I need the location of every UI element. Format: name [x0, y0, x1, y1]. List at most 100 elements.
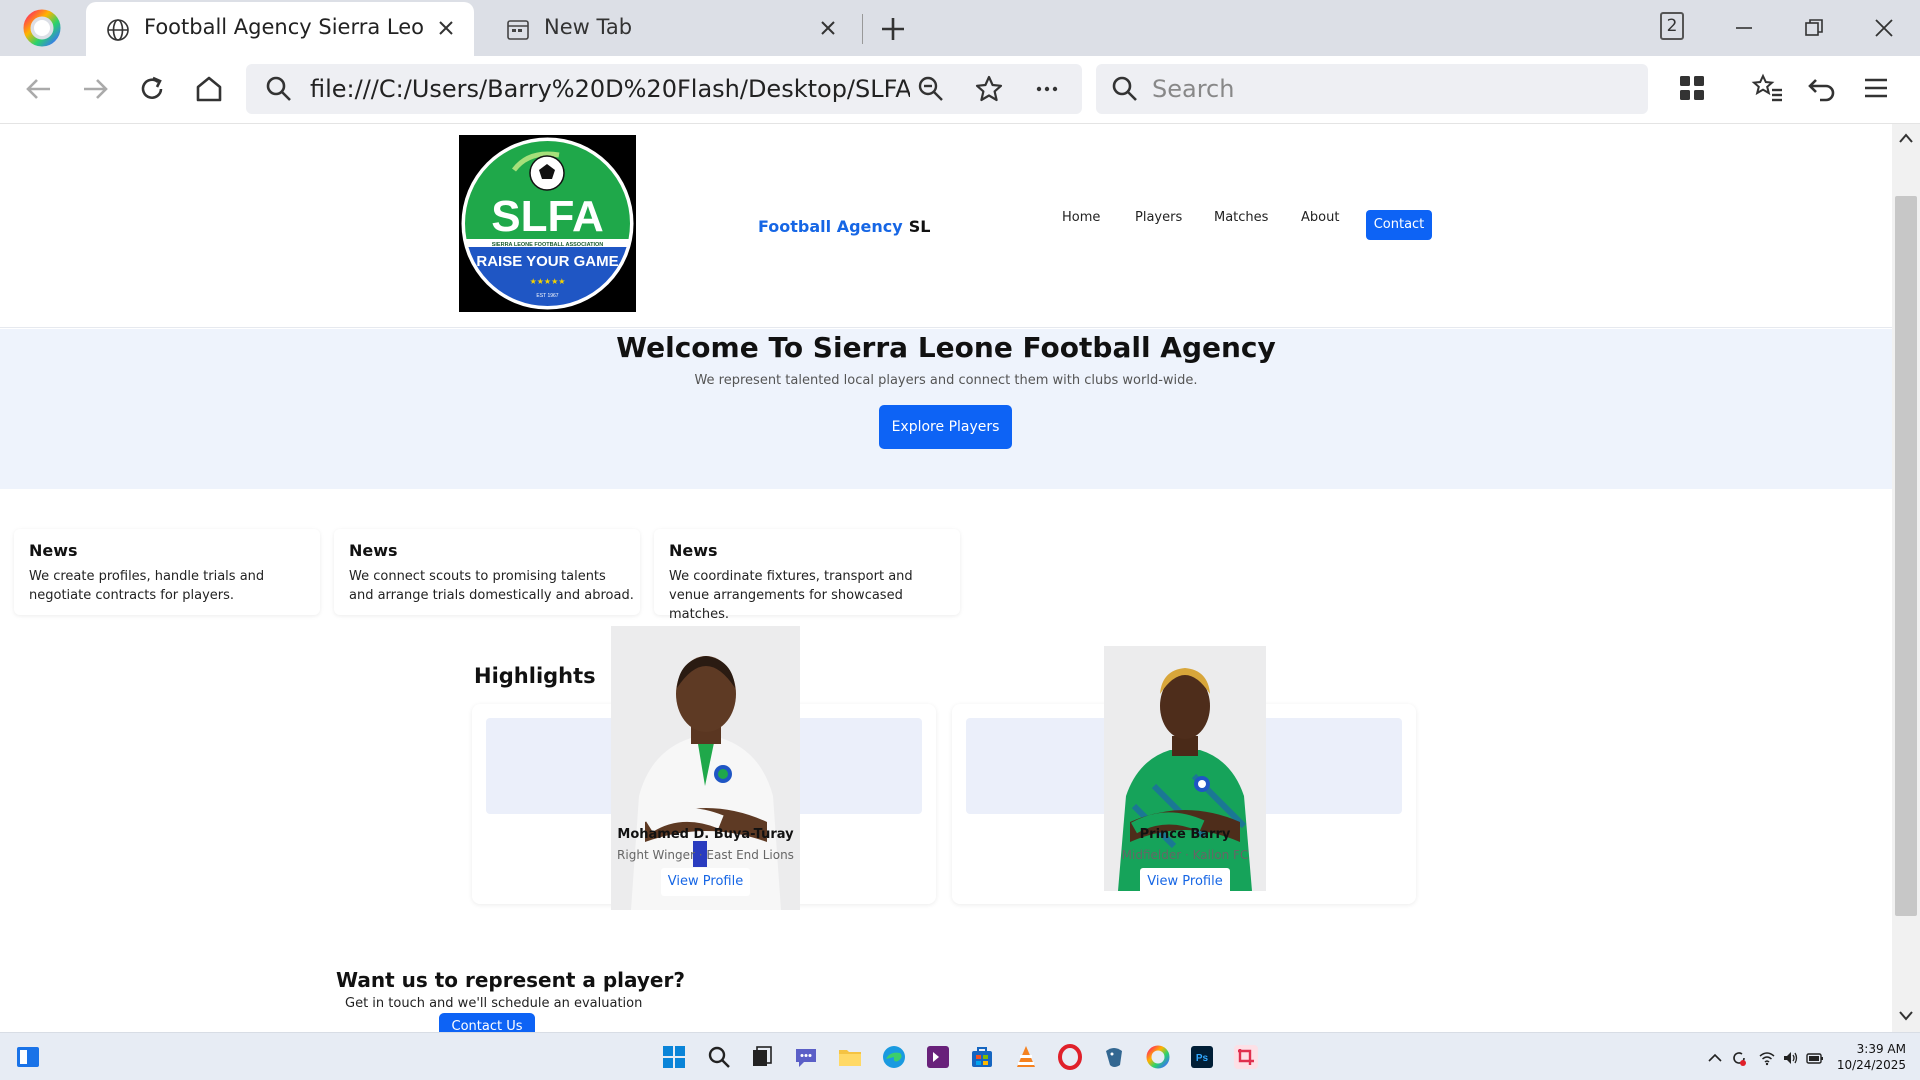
- nav-home[interactable]: Home: [1062, 210, 1100, 225]
- site-header: SLFA SIERRA LEONE FOOTBALL ASSOCIATION R…: [0, 124, 1892, 328]
- battery-icon[interactable]: [1806, 1049, 1824, 1067]
- tray-chevron-up-icon[interactable]: [1706, 1049, 1724, 1067]
- player-name: Mohamed D. Buya-Turay: [617, 827, 794, 842]
- opera-icon[interactable]: [1056, 1043, 1084, 1071]
- nav-matches[interactable]: Matches: [1214, 210, 1268, 225]
- logo-association-text: SIERRA LEONE FOOTBALL ASSOCIATION: [492, 242, 604, 248]
- search-box[interactable]: Search: [1096, 64, 1648, 114]
- contact-us-button[interactable]: Contact Us: [439, 1013, 535, 1032]
- browser-tabbar: Football Agency Sierra Leone New Tab 2: [0, 0, 1920, 56]
- tab-football-agency[interactable]: Football Agency Sierra Leone: [86, 2, 474, 56]
- url-text[interactable]: file:///C:/Users/Barry%20D%20Flash/Deskt…: [310, 75, 910, 103]
- visual-studio-icon[interactable]: [924, 1043, 952, 1071]
- new-tab-page-icon: [507, 20, 529, 40]
- task-view-icon[interactable]: [748, 1043, 776, 1071]
- zoom-out-icon[interactable]: [916, 74, 946, 104]
- news-text: We coordinate fixtures, transport and ve…: [669, 569, 913, 622]
- news-text: We connect scouts to promising talents a…: [349, 569, 634, 603]
- player-role: Midfielder · Kallon FC: [1121, 848, 1249, 862]
- page-viewport: SLFA SIERRA LEONE FOOTBALL ASSOCIATION R…: [0, 124, 1892, 1032]
- hero-subtitle: We represent talented local players and …: [694, 373, 1198, 388]
- snipping-tool-icon[interactable]: [1232, 1043, 1260, 1071]
- hero-section: Welcome To Sierra Leone Football Agency …: [0, 329, 1892, 489]
- news-text: We create profiles, handle trials and ne…: [29, 569, 265, 603]
- scroll-up-arrow-icon[interactable]: [1898, 132, 1914, 144]
- widgets-icon[interactable]: [14, 1043, 42, 1071]
- scroll-down-arrow-icon[interactable]: [1898, 1010, 1914, 1022]
- chat-app-icon[interactable]: [792, 1043, 820, 1071]
- browser-toolbar: file:///C:/Users/Barry%20D%20Flash/Deskt…: [0, 56, 1920, 124]
- brand-name[interactable]: Football Agency SL: [758, 217, 930, 236]
- nav-contact-button[interactable]: Contact: [1366, 210, 1432, 240]
- news-title: News: [349, 541, 398, 560]
- edge-browser-icon[interactable]: [880, 1043, 908, 1071]
- volume-icon[interactable]: [1782, 1049, 1800, 1067]
- tab-title: Football Agency Sierra Leone: [144, 15, 424, 39]
- tab-new-tab[interactable]: New Tab: [486, 2, 856, 56]
- news-card: News We connect scouts to promising tale…: [334, 529, 640, 615]
- page-scrollbar[interactable]: [1892, 124, 1920, 1032]
- vlc-icon[interactable]: [1012, 1043, 1040, 1071]
- tab-count-badge[interactable]: 2: [1660, 12, 1684, 40]
- menu-hamburger-icon[interactable]: [1858, 70, 1894, 106]
- logo-tagline-text: RAISE YOUR GAME: [476, 253, 618, 270]
- clock-date: 10/24/2025: [1836, 1058, 1906, 1072]
- restore-icon[interactable]: [1796, 10, 1832, 46]
- photoshop-icon[interactable]: Ps: [1188, 1043, 1216, 1071]
- nav-players[interactable]: Players: [1135, 210, 1182, 225]
- windows-start-icon[interactable]: [660, 1043, 688, 1071]
- wifi-icon[interactable]: [1758, 1049, 1776, 1067]
- system-clock[interactable]: 3:39 AM 10/24/2025: [1836, 1041, 1906, 1073]
- reload-icon[interactable]: [133, 70, 171, 108]
- cta-subtitle: Get in touch and we'll schedule an evalu…: [345, 996, 643, 1011]
- view-profile-link[interactable]: View Profile: [661, 868, 750, 896]
- undo-icon[interactable]: [1804, 70, 1840, 106]
- postgresql-icon[interactable]: [1100, 1043, 1128, 1071]
- hero-title: Welcome To Sierra Leone Football Agency: [616, 331, 1276, 364]
- tab-title: New Tab: [544, 15, 633, 39]
- home-icon[interactable]: [190, 70, 228, 108]
- news-card: News We coordinate fixtures, transport a…: [654, 529, 960, 622]
- browser-logo-icon[interactable]: [18, 8, 66, 48]
- view-profile-link[interactable]: View Profile: [1140, 868, 1230, 896]
- logo-est-text: EST 1967: [536, 293, 558, 299]
- scrollbar-thumb[interactable]: [1895, 196, 1917, 916]
- tab-separator: [862, 14, 863, 44]
- clock-time: 3:39 AM: [1856, 1042, 1906, 1056]
- svg-text:★★★★★: ★★★★★: [530, 277, 566, 286]
- close-tab-icon[interactable]: [816, 16, 840, 40]
- search-placeholder: Search: [1152, 75, 1235, 103]
- favorites-list-icon[interactable]: [1750, 70, 1786, 106]
- logo-slfa-text: SLFA: [491, 192, 603, 241]
- close-tab-icon[interactable]: [434, 16, 458, 40]
- news-title: News: [29, 541, 78, 560]
- search-icon: [266, 76, 291, 101]
- search-icon: [1112, 76, 1137, 101]
- svg-text:Ps: Ps: [1196, 1053, 1209, 1064]
- news-card: News We create profiles, handle trials a…: [14, 529, 320, 615]
- file-explorer-icon[interactable]: [836, 1043, 864, 1071]
- address-bar[interactable]: file:///C:/Users/Barry%20D%20Flash/Deskt…: [246, 64, 1082, 114]
- new-tab-plus-icon[interactable]: [876, 12, 910, 46]
- globe-icon: [107, 19, 129, 41]
- explore-players-button[interactable]: Explore Players: [879, 405, 1012, 449]
- more-options-icon[interactable]: [1032, 74, 1062, 104]
- slfa-logo[interactable]: SLFA SIERRA LEONE FOOTBALL ASSOCIATION R…: [459, 135, 636, 312]
- cta-heading: Want us to represent a player?: [336, 968, 685, 992]
- minimize-icon[interactable]: [1726, 10, 1762, 46]
- brand-part-1: Football Agency: [758, 217, 903, 236]
- forward-icon[interactable]: [76, 70, 114, 108]
- search-icon[interactable]: [705, 1043, 733, 1071]
- brand-part-2: SL: [908, 217, 931, 236]
- bookmark-star-icon[interactable]: [974, 74, 1004, 104]
- nav-about[interactable]: About: [1301, 210, 1339, 225]
- browser-app-icon[interactable]: [1144, 1043, 1172, 1071]
- sync-icon[interactable]: [1730, 1049, 1748, 1067]
- highlights-heading: Highlights: [474, 664, 596, 688]
- apps-grid-icon[interactable]: [1674, 70, 1710, 106]
- player-name: Prince Barry: [1139, 827, 1231, 842]
- close-window-icon[interactable]: [1866, 10, 1902, 46]
- back-icon[interactable]: [20, 70, 58, 108]
- player-role: Right Winger · East End Lions: [617, 848, 794, 862]
- store-icon[interactable]: [968, 1043, 996, 1071]
